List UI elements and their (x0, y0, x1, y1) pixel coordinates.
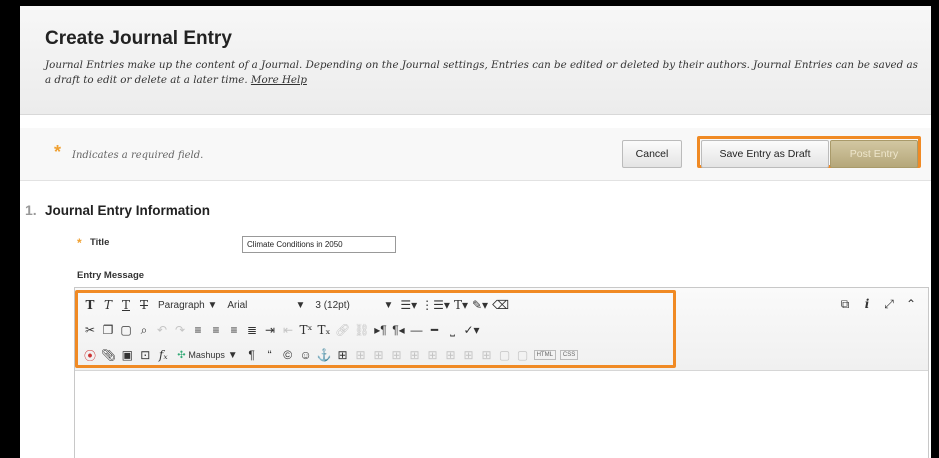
subscript-icon[interactable]: Tₓ (317, 321, 331, 339)
html-button[interactable]: HTML (533, 350, 556, 360)
table-insert-col-icon[interactable]: ⊞ (444, 346, 458, 364)
find-icon[interactable]: ⌕ (137, 321, 151, 339)
editor-right-tools: ⧉ i ⤢ ⌃ (838, 295, 918, 313)
align-center-icon[interactable]: ≡ (209, 321, 223, 339)
rich-text-editor[interactable]: T T T T Paragraph ▼ Arial ▼ 3 (12pt) ▼ ☰▾ … (74, 287, 929, 458)
underline-icon[interactable]: T (119, 296, 133, 314)
required-note: Indicates a required field. (72, 150, 204, 161)
indent-icon[interactable]: ⇥ (263, 321, 277, 339)
toolbar-row-3: ⦿ 📎︎ ▣ ⊡ fₓ ✣ Mashups ▼ ¶ “ © ☺ ⚓ ⊞ ⊞ ⊞ … (83, 345, 579, 365)
table-row-icon[interactable]: ⊞ (354, 346, 368, 364)
font-select[interactable]: Arial ▼ (224, 296, 308, 314)
anchor-icon[interactable]: ⚓ (317, 346, 332, 364)
italic-icon[interactable]: T (101, 296, 115, 314)
paragraph-select[interactable]: Paragraph ▼ (155, 296, 220, 314)
table-split-icon[interactable]: ▢ (498, 346, 512, 364)
cancel-button[interactable]: Cancel (622, 140, 682, 168)
table-col-icon[interactable]: ⊞ (372, 346, 386, 364)
paragraph-mark-icon[interactable]: ¶ (245, 346, 259, 364)
unlink-icon[interactable]: ⛓ (354, 321, 369, 339)
journal-entry-page: Create Journal Entry Journal Entries mak… (20, 6, 931, 458)
justify-icon[interactable]: ≣ (245, 321, 259, 339)
table-merge-icon[interactable]: ⊞ (480, 346, 494, 364)
required-note-row: * Indicates a required field. Cancel Sav… (20, 128, 931, 181)
section-title: Journal Entry Information (45, 203, 211, 218)
mashups-select[interactable]: ✣ Mashups ▼ (174, 346, 240, 364)
bold-icon[interactable]: T (83, 296, 97, 314)
table-delete-col-icon[interactable]: ⊞ (462, 346, 476, 364)
mashups-value: Mashups (188, 350, 225, 360)
attach-icon[interactable]: 📎︎ (101, 346, 116, 364)
title-required-icon: * (77, 236, 82, 250)
ltr-icon[interactable]: ▸¶ (373, 321, 387, 339)
save-draft-button[interactable]: Save Entry as Draft (701, 140, 829, 168)
blockquote-icon[interactable]: “ (263, 346, 277, 364)
strikethrough-icon[interactable]: T (137, 296, 151, 314)
fullscreen-icon[interactable]: ⤢ (882, 295, 896, 313)
dash-icon[interactable]: ━ (427, 321, 441, 339)
formula-icon[interactable]: fₓ (156, 346, 170, 364)
undo-icon[interactable]: ↶ (155, 321, 169, 339)
post-entry-button[interactable]: Post Entry (830, 140, 918, 168)
collapse-icon[interactable]: ⌃ (904, 295, 918, 313)
toolbar-row-2: ✂ ❐ ▢ ⌕ ↶ ↷ ≡ ≡ ≡ ≣ ⇥ ⇤ Tˣ Tₓ 🔗︎ ⛓ ▸¶ ¶◂… (83, 320, 480, 340)
paste-icon[interactable]: ▢ (119, 321, 133, 339)
table-props-icon[interactable]: ⊞ (390, 346, 404, 364)
eraser-icon[interactable]: ⌫ (492, 296, 509, 314)
numbered-list-icon[interactable]: ⋮☰▾ (421, 296, 450, 314)
record-icon[interactable]: ⦿ (83, 346, 97, 364)
emoticon-icon[interactable]: ☺ (299, 346, 313, 364)
superscript-icon[interactable]: Tˣ (299, 321, 313, 339)
title-input[interactable] (242, 236, 396, 253)
table-insert-row-icon[interactable]: ⊞ (408, 346, 422, 364)
css-button[interactable]: CSS (559, 350, 579, 360)
info-icon[interactable]: i (860, 295, 874, 313)
nbsp-icon[interactable]: ⎵ (445, 321, 459, 339)
table-icon[interactable]: ⊞ (336, 346, 350, 364)
required-star-icon: * (54, 142, 62, 162)
bullet-list-icon[interactable]: ☰▾ (400, 296, 417, 314)
copyright-icon[interactable]: © (281, 346, 295, 364)
redo-icon[interactable]: ↷ (173, 321, 187, 339)
copy-icon[interactable]: ❐ (101, 321, 115, 339)
font-value: Arial (227, 299, 248, 311)
title-label: Title (90, 237, 110, 248)
preview-icon[interactable]: ⧉ (838, 295, 852, 313)
size-value: 3 (12pt) (315, 299, 350, 311)
align-right-icon[interactable]: ≡ (227, 321, 241, 339)
table-cell-icon[interactable]: ▢ (516, 346, 530, 364)
image-icon[interactable]: ▣ (120, 346, 134, 364)
rtl-icon[interactable]: ¶◂ (391, 321, 405, 339)
text-color-icon[interactable]: T▾ (454, 296, 468, 314)
toolbar-row-1: T T T T Paragraph ▼ Arial ▼ 3 (12pt) ▼ ☰▾ … (83, 295, 510, 315)
spellcheck-icon[interactable]: ✓▾ (463, 321, 479, 339)
size-select[interactable]: 3 (12pt) ▼ (312, 296, 396, 314)
outdent-icon[interactable]: ⇤ (281, 321, 295, 339)
editor-toolbar: T T T T Paragraph ▼ Arial ▼ 3 (12pt) ▼ ☰▾ … (75, 288, 928, 371)
mashups-icon: ✣ (177, 349, 186, 361)
paragraph-value: Paragraph (158, 299, 205, 311)
description-text: Journal Entries make up the content of a… (45, 59, 918, 86)
section-number: 1. (25, 202, 37, 218)
page-title: Create Journal Entry (45, 28, 232, 49)
media-icon[interactable]: ⊡ (138, 346, 152, 364)
table-delete-row-icon[interactable]: ⊞ (426, 346, 440, 364)
align-left-icon[interactable]: ≡ (191, 321, 205, 339)
more-help-link[interactable]: More Help (251, 74, 307, 86)
highlight-color-icon[interactable]: ✎▾ (472, 296, 488, 314)
cut-icon[interactable]: ✂ (83, 321, 97, 339)
page-description: Journal Entries make up the content of a… (45, 58, 925, 88)
page-header: Create Journal Entry Journal Entries mak… (20, 6, 931, 115)
entry-message-label: Entry Message (77, 270, 145, 281)
link-icon[interactable]: 🔗︎ (335, 321, 350, 339)
horizontal-rule-icon[interactable]: — (409, 321, 423, 339)
